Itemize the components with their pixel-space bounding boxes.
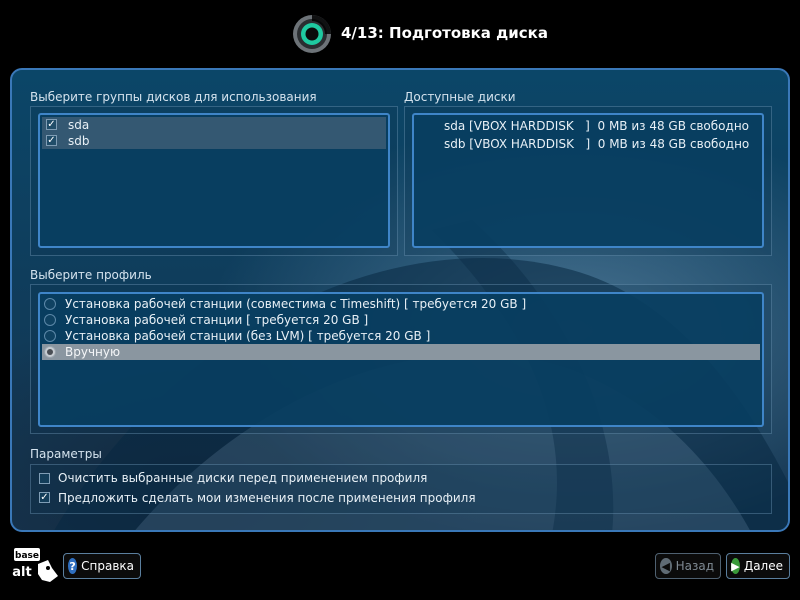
help-button[interactable]: ? Справка: [63, 553, 141, 579]
profile-option-label: Вручную: [65, 345, 121, 359]
arrow-left-icon: ◀: [660, 558, 672, 574]
profile-option[interactable]: Установка рабочей станции (без LVM) [ тр…: [42, 328, 760, 344]
arrow-right-icon: ▶: [731, 558, 740, 574]
help-button-label: Справка: [81, 559, 134, 573]
next-button[interactable]: ▶ Далее: [726, 553, 790, 579]
next-button-label: Далее: [743, 559, 783, 573]
profile-option-selected[interactable]: Вручную: [42, 344, 760, 360]
available-disks-label: Доступные диски: [404, 90, 516, 104]
available-disk-text: sda [VBOX HARDDISK ] 0 MB из 48 GB свобо…: [444, 119, 750, 133]
profile-option[interactable]: Установка рабочей станции (совместима с …: [42, 296, 760, 312]
radio-icon[interactable]: [44, 314, 56, 326]
profile-option[interactable]: Установка рабочей станции [ требуется 20…: [42, 312, 760, 328]
radio-icon[interactable]: [44, 298, 56, 310]
disk-group-item[interactable]: ✓ sda: [42, 117, 386, 133]
profile-option-label: Установка рабочей станции (без LVM) [ тр…: [65, 329, 431, 343]
available-disk-item[interactable]: sda [VBOX HARDDISK ] 0 MB из 48 GB свобо…: [416, 118, 760, 134]
profile-option-label: Установка рабочей станции [ требуется 20…: [65, 313, 369, 327]
basealt-logo: base alt: [8, 546, 60, 586]
back-button[interactable]: ◀ Назад: [655, 553, 721, 579]
clear-disks-label: Очистить выбранные диски перед применени…: [58, 471, 428, 485]
checkbox-icon[interactable]: ✓: [46, 119, 57, 130]
available-disk-text: sdb [VBOX HARDDISK ] 0 MB из 48 GB свобо…: [444, 137, 750, 151]
installer-logo-icon: [293, 15, 331, 53]
disk-group-name: sda: [68, 118, 90, 132]
available-disks-list[interactable]: sda [VBOX HARDDISK ] 0 MB из 48 GB свобо…: [412, 113, 764, 248]
svg-text:base: base: [15, 551, 39, 561]
available-disk-item[interactable]: sdb [VBOX HARDDISK ] 0 MB из 48 GB свобо…: [416, 136, 760, 152]
checkbox-icon[interactable]: ✓: [46, 135, 57, 146]
radio-selected-icon[interactable]: [44, 346, 56, 358]
profile-option-label: Установка рабочей станции (совместима с …: [65, 297, 527, 311]
help-icon: ?: [68, 558, 78, 574]
page-title: 4/13: Подготовка диска: [341, 24, 548, 42]
suggest-changes-checkbox[interactable]: ✓: [39, 492, 50, 503]
disk-group-item[interactable]: ✓ sdb: [42, 133, 386, 149]
header: 4/13: Подготовка диска: [0, 0, 800, 68]
back-button-label: Назад: [675, 559, 714, 573]
radio-icon[interactable]: [44, 330, 56, 342]
suggest-changes-label: Предложить сделать мои изменения после п…: [58, 491, 476, 505]
disk-groups-list[interactable]: ✓ sda ✓ sdb: [38, 113, 390, 248]
disk-group-name: sdb: [68, 134, 90, 148]
profile-label: Выберите профиль: [30, 268, 152, 282]
params-label: Параметры: [30, 447, 102, 461]
svg-text:alt: alt: [12, 565, 31, 580]
disk-groups-label: Выберите группы дисков для использования: [30, 90, 317, 104]
profile-list[interactable]: Установка рабочей станции (совместима с …: [38, 292, 764, 427]
clear-disks-checkbox[interactable]: [39, 473, 50, 484]
main-panel: Выберите группы дисков для использования…: [10, 68, 790, 532]
